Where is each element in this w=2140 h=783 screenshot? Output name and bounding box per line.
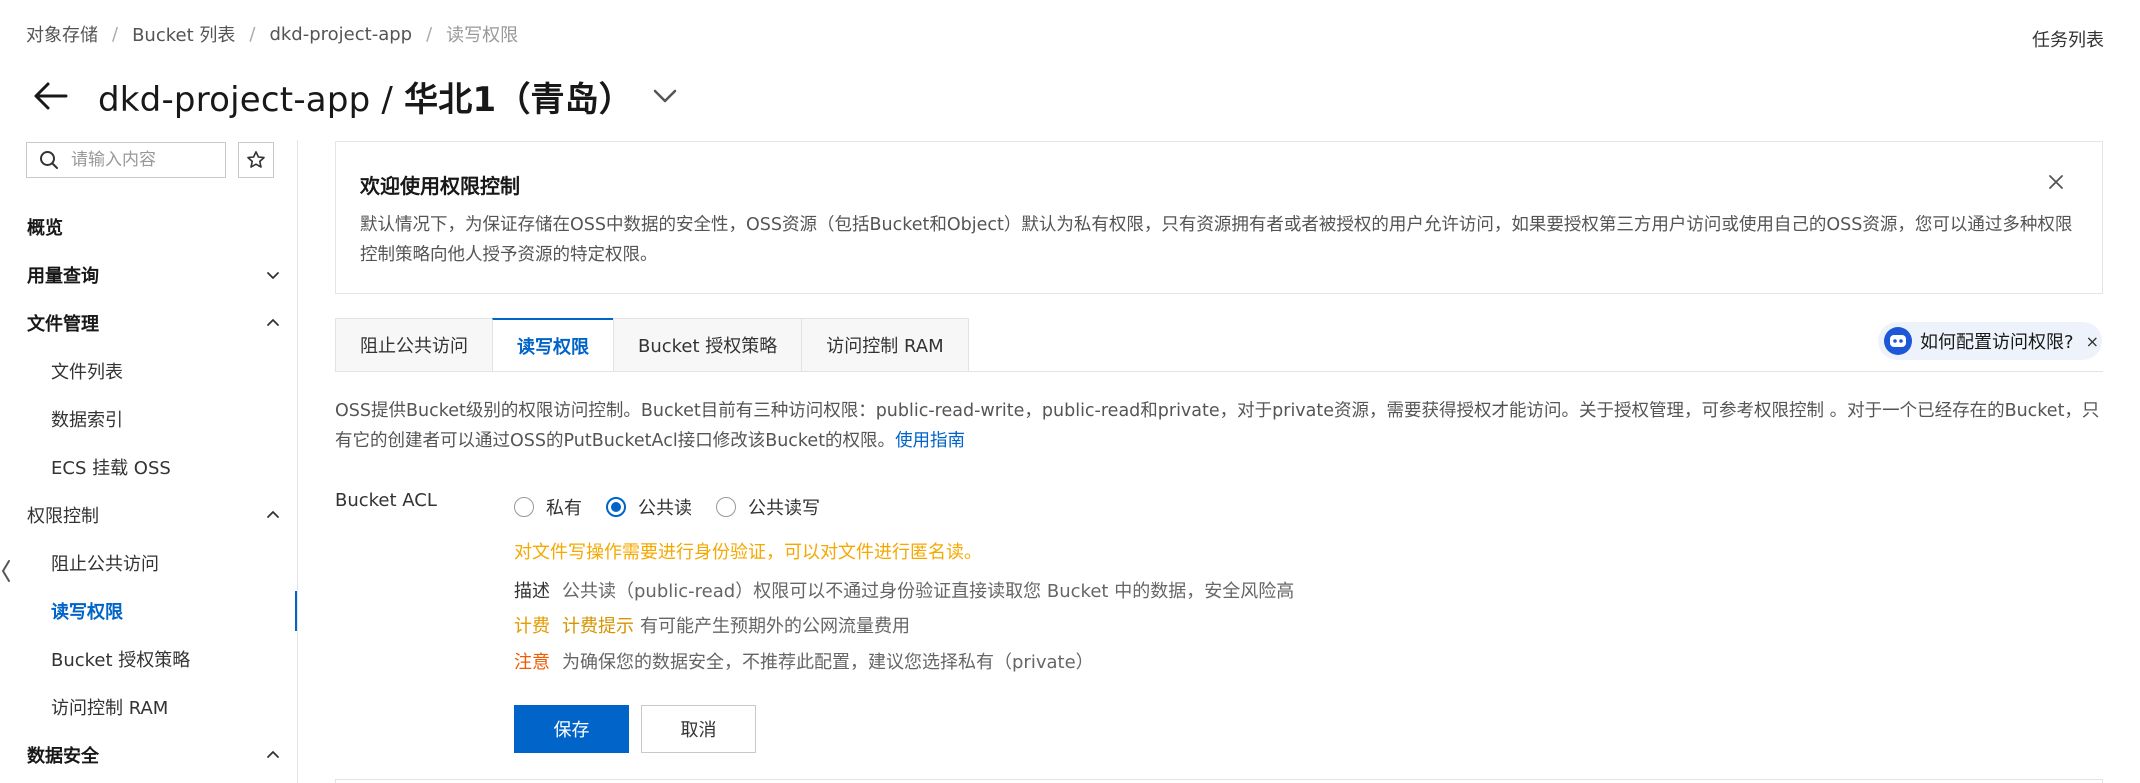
chevron-up-icon: [267, 319, 279, 326]
sidebar-item-data-security[interactable]: 数据安全: [0, 735, 297, 775]
robot-icon: [1884, 327, 1912, 355]
sidebar-item-read-write-acl[interactable]: 读写权限: [0, 591, 297, 631]
guide-link[interactable]: 使用指南: [895, 431, 965, 451]
save-button[interactable]: 保存: [514, 705, 629, 753]
page-title: dkd-project-app / 华北1（青岛）: [98, 72, 633, 121]
chevron-down-icon: [653, 89, 677, 103]
sidebar-item-block-public-access[interactable]: 阻止公共访问: [0, 543, 297, 583]
banner-title: 欢迎使用权限控制: [360, 174, 520, 198]
desc-key: 描述: [514, 581, 550, 602]
sidebar-item-label: 文件管理: [27, 314, 99, 335]
acl-warning: 对文件写操作需要进行身份验证，可以对文件进行匿名读。: [514, 542, 982, 563]
acl-option-label: 公共读: [638, 498, 692, 519]
assistant-chip[interactable]: 如何配置访问权限? ×: [1878, 322, 2102, 360]
breadcrumb-current: 读写权限: [446, 25, 519, 46]
assistant-label: 如何配置访问权限?: [1920, 332, 2074, 353]
sidebar-item-label: ECS 挂载 OSS: [51, 458, 171, 479]
search-icon: [40, 151, 58, 169]
breadcrumb-oss[interactable]: 对象存储: [26, 21, 98, 47]
sidebar-item-usage[interactable]: 用量查询: [0, 255, 297, 295]
breadcrumb: 对象存储 / Bucket 列表 / dkd-project-app / 读写权…: [26, 21, 519, 47]
fee-hint: 计费提示: [562, 616, 634, 637]
sidebar-item-label: 阻止公共访问: [51, 554, 159, 575]
acl-option-private[interactable]: 私有: [514, 494, 582, 520]
sidebar-item-label: 权限控制: [27, 506, 99, 527]
radio-circle: [514, 497, 534, 517]
breadcrumb-separator: /: [112, 23, 119, 45]
fee-key: 计费: [514, 616, 550, 637]
acl-radio-group: 私有 公共读 公共读写: [514, 494, 844, 520]
breadcrumb-separator: /: [426, 23, 433, 45]
acl-option-public-read[interactable]: 公共读: [606, 494, 692, 520]
acl-option-public-read-write[interactable]: 公共读写: [716, 494, 820, 520]
sidebar-item-label: 数据索引: [51, 410, 123, 431]
radio-circle: [716, 497, 736, 517]
chevron-up-icon: [267, 751, 279, 758]
note-key: 注意: [514, 652, 550, 673]
sidebar: 概览 用量查询 文件管理 文件列表 数据索引 ECS 挂载 OSS 权限控制 阻…: [0, 140, 298, 783]
breadcrumb-separator: /: [249, 23, 256, 45]
acl-description: OSS提供Bucket级别的权限访问控制。Bucket目前有三种访问权限：pub…: [335, 396, 2103, 456]
tabs-divider: [335, 371, 2103, 372]
sidebar-search: [26, 142, 226, 178]
sidebar-item-ecs-mount[interactable]: ECS 挂载 OSS: [0, 447, 297, 487]
tab-read-write-acl[interactable]: 读写权限: [492, 318, 613, 372]
breadcrumb-bucket[interactable]: dkd-project-app: [269, 24, 412, 45]
sidebar-item-label: 访问控制 RAM: [51, 698, 169, 719]
sidebar-search-input[interactable]: [71, 150, 211, 170]
sidebar-item-bucket-policy[interactable]: Bucket 授权策略: [0, 639, 297, 679]
star-icon: [247, 151, 265, 168]
sidebar-item-label: 概览: [27, 218, 63, 239]
acl-fee-line: 计费 计费提示 有可能产生预期外的公网流量费用: [514, 612, 910, 638]
chevron-up-icon: [267, 511, 279, 518]
task-list-link[interactable]: 任务列表: [2032, 26, 2104, 52]
welcome-banner: 欢迎使用权限控制 默认情况下，为保证存储在OSS中数据的安全性，OSS资源（包括…: [335, 141, 2103, 294]
sidebar-item-overview[interactable]: 概览: [0, 207, 297, 247]
sidebar-collapse-button[interactable]: [0, 548, 12, 594]
bucket-name: dkd-project-app /: [98, 79, 405, 120]
arrow-left-icon: [34, 82, 68, 110]
bucket-acl-label: Bucket ACL: [335, 490, 437, 511]
fee-value: 有可能产生预期外的公网流量费用: [640, 616, 910, 637]
cancel-button[interactable]: 取消: [641, 705, 756, 753]
tab-bucket-policy[interactable]: Bucket 授权策略: [613, 318, 802, 372]
note-value: 为确保您的数据安全，不推荐此配置，建议您选择私有（private）: [562, 652, 1094, 673]
next-section-card: [335, 779, 2103, 783]
sidebar-item-label: Bucket 授权策略: [51, 650, 191, 671]
sidebar-item-data-index[interactable]: 数据索引: [0, 399, 297, 439]
sidebar-item-file-list[interactable]: 文件列表: [0, 351, 297, 391]
tab-block-public-access[interactable]: 阻止公共访问: [335, 318, 492, 372]
sidebar-item-label: 数据安全: [27, 746, 99, 767]
close-icon: [2049, 175, 2063, 189]
chevron-down-icon: [267, 272, 279, 279]
assistant-close-button[interactable]: ×: [2086, 332, 2099, 351]
sidebar-item-label: 读写权限: [51, 602, 123, 623]
desc-value: 公共读（public-read）权限可以不通过身份验证直接读取您 Bucket …: [562, 581, 1295, 602]
favorite-button[interactable]: [238, 142, 274, 178]
acl-note-line: 注意 为确保您的数据安全，不推荐此配置，建议您选择私有（private）: [514, 648, 1094, 674]
acl-description-text: OSS提供Bucket级别的权限访问控制。Bucket目前有三种访问权限：pub…: [335, 401, 2100, 451]
region-name: 华北1（青岛）: [404, 79, 634, 120]
radio-circle: [606, 497, 626, 517]
sidebar-item-ram[interactable]: 访问控制 RAM: [0, 687, 297, 727]
sidebar-item-label: 用量查询: [27, 266, 99, 287]
breadcrumb-bucket-list[interactable]: Bucket 列表: [132, 21, 235, 47]
page-header: dkd-project-app / 华北1（青岛）: [28, 66, 681, 126]
chevron-left-icon: [2, 560, 10, 582]
acl-option-label: 公共读写: [748, 498, 820, 519]
sidebar-item-file-management[interactable]: 文件管理: [0, 303, 297, 343]
banner-close-button[interactable]: [2046, 172, 2066, 192]
back-button[interactable]: [28, 74, 72, 118]
banner-text: 默认情况下，为保证存储在OSS中数据的安全性，OSS资源（包括Bucket和Ob…: [360, 215, 2073, 265]
acl-option-label: 私有: [546, 498, 582, 519]
permission-tabs: 阻止公共访问 读写权限 Bucket 授权策略 访问控制 RAM: [335, 318, 969, 372]
tab-ram[interactable]: 访问控制 RAM: [801, 318, 969, 372]
region-switch-button[interactable]: [649, 80, 681, 112]
sidebar-item-access-control[interactable]: 权限控制: [0, 495, 297, 535]
acl-desc-line: 描述 公共读（public-read）权限可以不通过身份验证直接读取您 Buck…: [514, 577, 1294, 603]
sidebar-item-label: 文件列表: [51, 362, 123, 383]
